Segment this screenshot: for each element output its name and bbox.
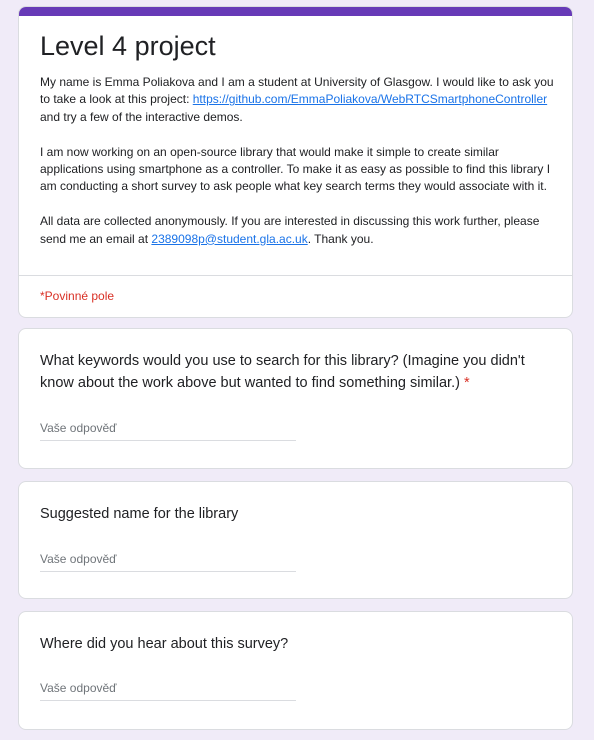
question-title: Where did you hear about this survey? [40, 636, 289, 652]
question-card-survey-source: Where did you hear about this survey? Va… [18, 611, 573, 730]
required-asterisk: * [463, 375, 470, 391]
description-paragraph-2: I am now working on an open-source libra… [40, 144, 551, 194]
form-page: Level 4 project My name is Emma Poliakov… [0, 0, 594, 740]
answer-input-library-name[interactable]: Vaše odpověď [40, 549, 296, 572]
description-text: . Thank you. [307, 231, 374, 246]
description-text: and try a few of the interactive demos. [40, 109, 243, 124]
question-card-library-name: Suggested name for the library Vaše odpo… [18, 481, 573, 599]
question-text: What keywords would you use to search fo… [40, 353, 525, 391]
required-fields-note: *Povinné pole [40, 289, 115, 303]
project-link[interactable]: https://github.com/EmmaPoliakova/WebRTCS… [193, 92, 547, 106]
answer-placeholder: Vaše odpověď [40, 681, 117, 695]
description-paragraph-3: All data are collected anonymously. If y… [40, 213, 555, 248]
answer-placeholder: Vaše odpověď [40, 552, 117, 566]
header-divider [19, 275, 572, 276]
form-description: My name is Emma Poliakova and I am a stu… [40, 74, 555, 248]
question-title: What keywords would you use to search fo… [40, 350, 530, 394]
question-card-keywords: What keywords would you use to search fo… [18, 328, 573, 469]
email-link[interactable]: 2389098p@student.gla.ac.uk [151, 232, 307, 246]
form-title: Level 4 project [40, 31, 216, 61]
answer-input-keywords[interactable]: Vaše odpověď [40, 418, 296, 441]
description-paragraph-1: My name is Emma Poliakova and I am a stu… [40, 74, 555, 126]
answer-input-survey-source[interactable]: Vaše odpověď [40, 678, 296, 701]
answer-placeholder: Vaše odpověď [40, 421, 117, 435]
form-header-card: Level 4 project My name is Emma Poliakov… [18, 6, 573, 318]
accent-bar [19, 7, 572, 16]
question-title: Suggested name for the library [40, 506, 239, 522]
